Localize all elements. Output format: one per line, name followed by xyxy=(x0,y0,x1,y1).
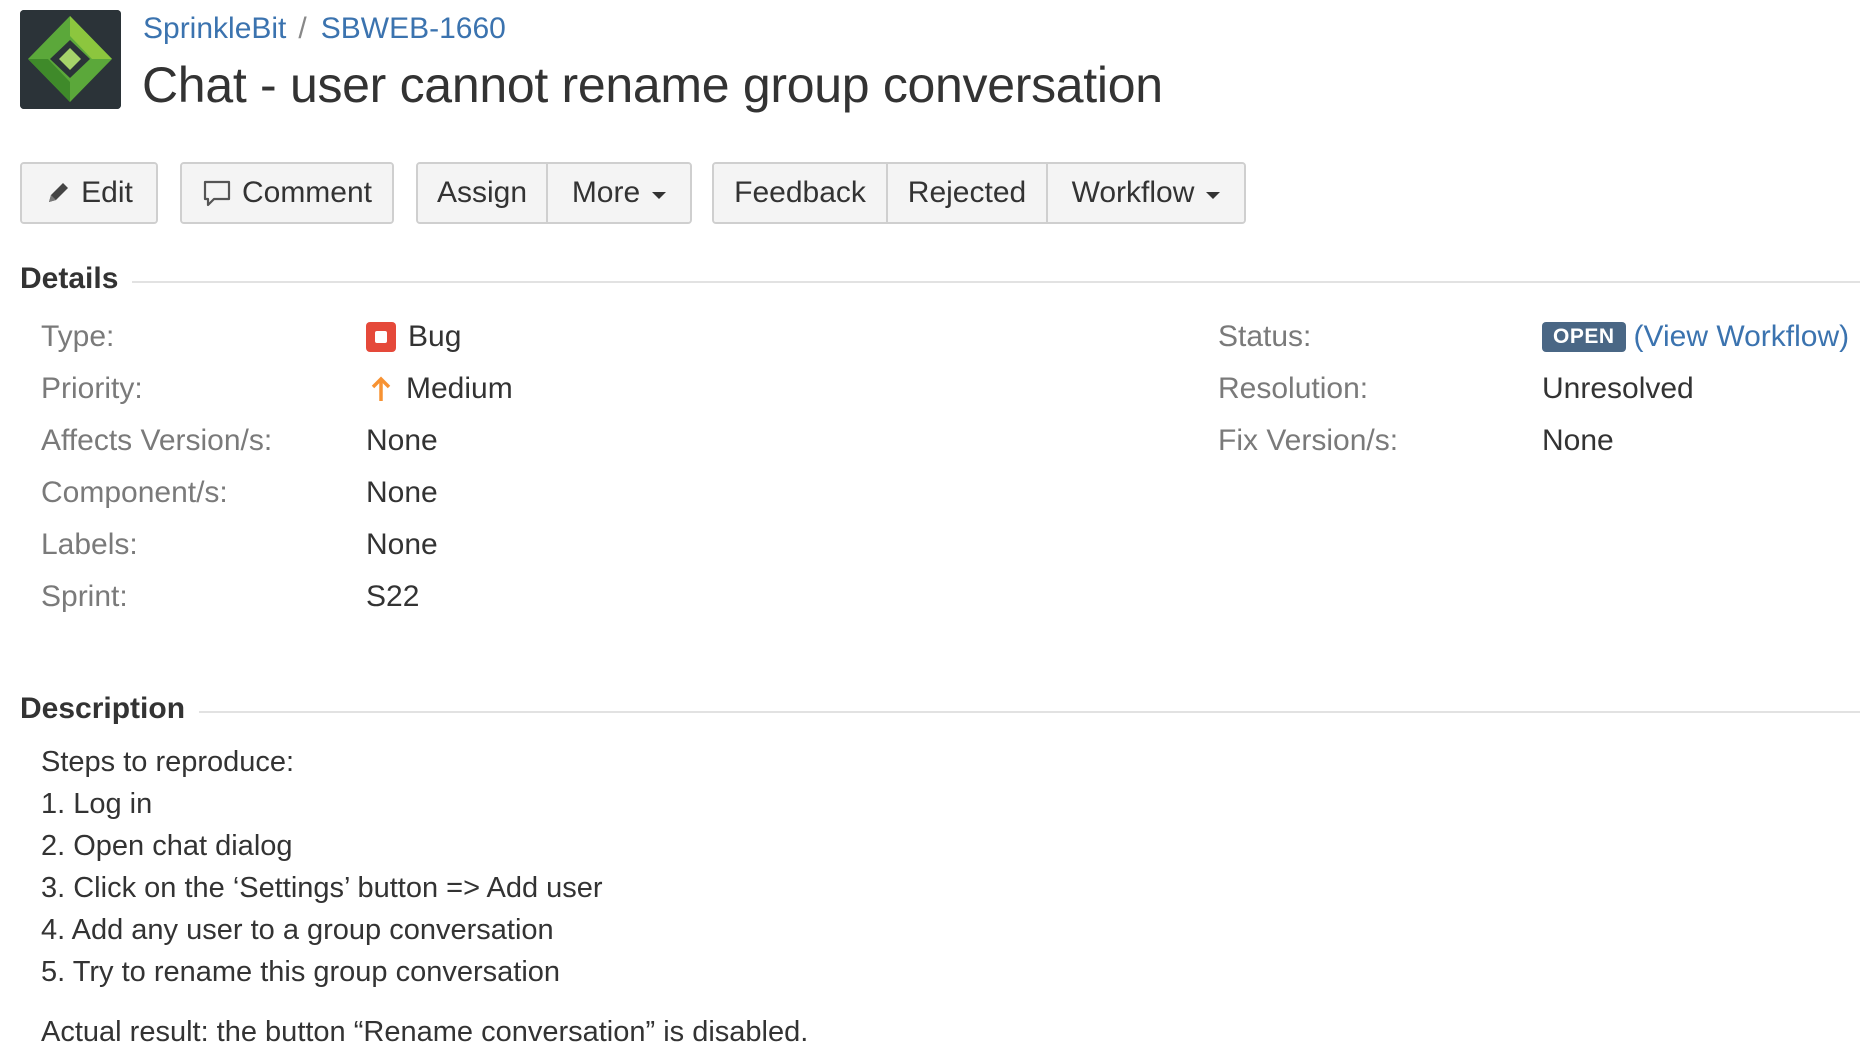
chevron-down-icon xyxy=(1206,191,1221,199)
description-line: 5. Try to rename this group conversation xyxy=(41,956,561,988)
project-avatar-logo[interactable] xyxy=(20,10,121,109)
description-line: 2. Open chat dialog xyxy=(41,830,293,862)
workflow-group: Feedback Rejected Workflow xyxy=(712,162,1246,224)
status-badge: OPEN xyxy=(1542,322,1626,352)
more-label: More xyxy=(571,176,641,209)
edit-group: Edit xyxy=(20,162,158,224)
fix-version-label: Fix Version/s: xyxy=(1218,424,1399,457)
actual-result-line: Actual result: the button “Rename conver… xyxy=(41,1016,809,1048)
issue-title[interactable]: Chat - user cannot rename group conversa… xyxy=(142,56,1163,114)
status-label: Status: xyxy=(1218,320,1312,353)
type-value: Bug xyxy=(366,320,461,354)
details-heading[interactable]: Details xyxy=(20,262,118,296)
edit-label: Edit xyxy=(81,176,133,209)
pencil-icon xyxy=(49,183,69,202)
rejected-button[interactable]: Rejected xyxy=(888,164,1048,222)
assign-button[interactable]: Assign xyxy=(418,164,548,222)
components-value: None xyxy=(366,476,438,509)
breadcrumb: SprinkleBit / SBWEB-1660 xyxy=(143,12,506,46)
breadcrumb-project-link[interactable]: SprinkleBit xyxy=(143,12,286,46)
affects-version-label: Affects Version/s: xyxy=(41,424,273,457)
section-divider xyxy=(132,281,1860,283)
edit-button[interactable]: Edit xyxy=(22,164,156,222)
labels-value: None xyxy=(366,528,438,561)
project-logo-icon xyxy=(20,10,121,109)
labels-label: Labels: xyxy=(41,528,138,561)
workflow-dropdown-button[interactable]: Workflow xyxy=(1048,164,1244,222)
assign-more-group: Assign More xyxy=(416,162,692,224)
resolution-value: Unresolved xyxy=(1542,372,1694,405)
bug-icon xyxy=(366,322,396,352)
comment-group: Comment xyxy=(180,162,394,224)
type-value-text: Bug xyxy=(408,320,462,353)
workflow-label: Workflow xyxy=(1071,176,1195,209)
description-line: 4. Add any user to a group conversation xyxy=(41,914,554,946)
priority-label: Priority: xyxy=(41,372,143,405)
description-heading[interactable]: Description xyxy=(20,692,185,726)
fix-version-value: None xyxy=(1542,424,1614,457)
comment-bubble-icon xyxy=(203,180,231,207)
sprint-value[interactable]: S22 xyxy=(366,580,419,614)
arrow-up-icon xyxy=(370,375,392,403)
sprint-label: Sprint: xyxy=(41,580,128,613)
affects-version-value: None xyxy=(366,424,438,457)
more-dropdown-button[interactable]: More xyxy=(548,164,690,222)
priority-value-text: Medium xyxy=(406,372,513,405)
section-divider xyxy=(199,711,1860,713)
breadcrumb-issue-key-link[interactable]: SBWEB-1660 xyxy=(321,12,506,46)
feedback-button[interactable]: Feedback xyxy=(714,164,888,222)
details-section-header: Details xyxy=(20,262,1860,296)
view-workflow-link[interactable]: (View Workflow) xyxy=(1634,320,1850,354)
priority-value: Medium xyxy=(370,372,513,406)
resolution-label: Resolution: xyxy=(1218,372,1369,405)
breadcrumb-separator: / xyxy=(298,12,307,45)
description-section-header: Description xyxy=(20,692,1860,726)
comment-label: Comment xyxy=(241,176,373,209)
components-label: Component/s: xyxy=(41,476,228,509)
description-line: Steps to reproduce: xyxy=(41,746,295,778)
status-value: OPEN (View Workflow) xyxy=(1542,320,1849,354)
type-label: Type: xyxy=(41,320,115,353)
description-line: 1. Log in xyxy=(41,788,153,820)
chevron-down-icon xyxy=(652,191,667,199)
description-line: 3. Click on the ‘Settings’ button => Add… xyxy=(41,872,603,904)
comment-button[interactable]: Comment xyxy=(182,164,392,222)
